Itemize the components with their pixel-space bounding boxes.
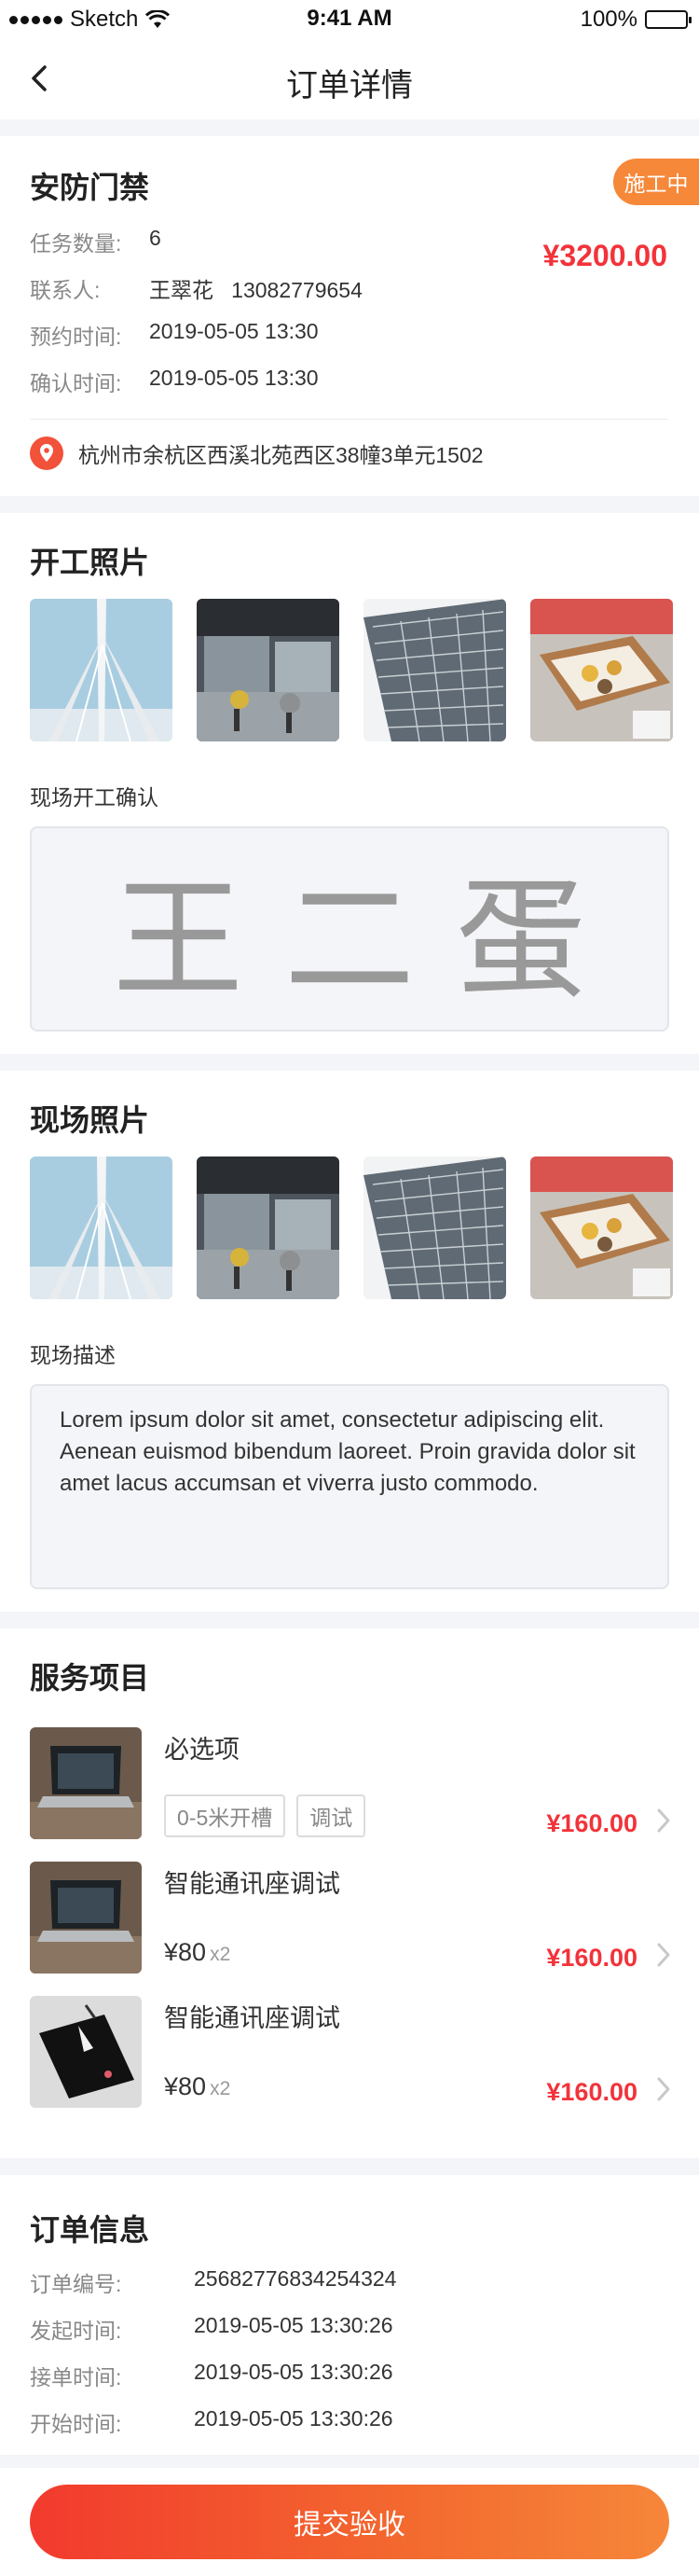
service-tag: 0-5米开槽	[164, 1794, 286, 1837]
address-row[interactable]: 杭州市余杭区西溪北苑西区38幢3单元1502	[30, 436, 484, 470]
photo-list	[30, 1156, 673, 1299]
service-thumbnail	[30, 1727, 142, 1839]
photo-thumbnail[interactable]	[197, 599, 339, 741]
service-unit-price: ¥80 x2	[164, 2072, 230, 2101]
info-label: 接单时间:	[30, 2365, 122, 2389]
photo-thumbnail[interactable]	[530, 1156, 673, 1299]
order-price: ¥3200.00	[542, 239, 667, 272]
location-pin-icon	[30, 436, 63, 470]
start-photos-card: 开工照片 现场开工确认 王二蛋	[0, 513, 699, 1054]
photo-thumbnail[interactable]	[363, 599, 506, 741]
info-value: 25682776834254324	[194, 2266, 397, 2291]
service-item[interactable]: 智能通讯座调试 ¥80 x2 ¥160.00	[30, 1996, 673, 2108]
field-label: 联系人:	[30, 278, 101, 302]
signature-text: 王二蛋	[112, 865, 627, 1017]
photo-thumbnail[interactable]	[530, 599, 673, 741]
field-label: 任务数量:	[30, 231, 122, 256]
page-title: 订单详情	[286, 68, 413, 104]
service-tag: 调试	[296, 1794, 366, 1837]
chevron-right-icon	[657, 2077, 670, 2101]
address-text: 杭州市余杭区西溪北苑西区38幢3单元1502	[78, 443, 484, 467]
site-photos-card: 现场照片 现场描述 Lorem ipsum dolor sit amet, co…	[0, 1071, 699, 1612]
field-value: 6	[149, 226, 161, 250]
info-label: 订单编号:	[30, 2272, 122, 2296]
services-card: 服务项目 必选项 0-5米开槽 调试 ¥160.00 智能通讯座调试 ¥80 x2…	[0, 1628, 699, 2158]
field-label: 预约时间:	[30, 325, 122, 349]
info-accepted-time: 接单时间: 2019-05-05 13:30:26	[30, 2360, 393, 2391]
service-thumbnail	[30, 1996, 142, 2108]
service-item[interactable]: 必选项 0-5米开槽 调试 ¥160.00	[30, 1727, 673, 1839]
info-label: 发起时间:	[30, 2319, 122, 2343]
photo-list	[30, 599, 673, 741]
service-item[interactable]: 智能通讯座调试 ¥80 x2 ¥160.00	[30, 1862, 673, 1974]
field-value[interactable]: 王翠花 13082779654	[149, 272, 363, 304]
photo-thumbnail[interactable]	[30, 599, 172, 741]
order-summary-card: 安防门禁 施工中 ¥3200.00 任务数量: 6 联系人: 王翠花 13082…	[0, 136, 699, 496]
service-name: 必选项	[164, 1736, 240, 1764]
quantity: x2	[210, 2078, 231, 2099]
service-tags: 0-5米开槽 调试	[164, 1794, 366, 1837]
site-description[interactable]: Lorem ipsum dolor sit amet, consectetur …	[30, 1384, 669, 1589]
start-confirm-label: 现场开工确认	[30, 785, 158, 810]
unit-price: ¥80	[164, 1938, 207, 1966]
info-order-number: 订单编号: 25682776834254324	[30, 2266, 396, 2298]
status-badge: 施工中	[613, 159, 699, 205]
info-value: 2019-05-05 13:30:26	[194, 2360, 393, 2384]
battery-icon	[645, 10, 692, 29]
field-appointment-time: 预约时间: 2019-05-05 13:30	[30, 319, 319, 351]
field-label: 确认时间:	[30, 371, 122, 395]
field-value: 2019-05-05 13:30	[149, 319, 319, 343]
photo-thumbnail[interactable]	[197, 1156, 339, 1299]
service-unit-price: ¥80 x2	[164, 1938, 230, 1967]
battery-info: 100%	[580, 7, 692, 33]
section-title: 服务项目	[30, 1661, 150, 1695]
field-confirm-time: 确认时间: 2019-05-05 13:30	[30, 366, 319, 397]
service-price: ¥160.00	[546, 1944, 637, 1972]
photo-thumbnail[interactable]	[30, 1156, 172, 1299]
section-title: 现场照片	[30, 1103, 150, 1137]
divider	[30, 419, 667, 420]
info-value: 2019-05-05 13:30:26	[194, 2313, 393, 2337]
service-name: 智能通讯座调试	[164, 1870, 340, 1898]
field-task-count: 任务数量: 6	[30, 226, 161, 257]
section-title: 开工照片	[30, 546, 150, 579]
service-name: 智能通讯座调试	[164, 2004, 340, 2032]
battery-percent: 100%	[580, 7, 637, 32]
chevron-right-icon	[657, 1808, 670, 1833]
info-value: 2019-05-05 13:30:26	[194, 2406, 393, 2431]
photo-thumbnail[interactable]	[363, 1156, 506, 1299]
service-thumbnail	[30, 1862, 142, 1974]
site-desc-label: 现场描述	[30, 1343, 116, 1367]
field-value: 2019-05-05 13:30	[149, 366, 319, 390]
field-contact: 联系人: 王翠花 13082779654	[30, 272, 363, 304]
section-title: 订单信息	[30, 2213, 150, 2247]
service-price: ¥160.00	[546, 1809, 637, 1837]
info-start-time: 开始时间: 2019-05-05 13:30:26	[30, 2406, 393, 2438]
chevron-right-icon	[657, 1943, 670, 1967]
status-bar: Sketch 9:41 AM 100%	[0, 0, 699, 37]
unit-price: ¥80	[164, 2072, 207, 2100]
service-price: ¥160.00	[546, 2078, 637, 2106]
order-info-card: 订单信息 订单编号: 25682776834254324 发起时间: 2019-…	[0, 2175, 699, 2455]
submit-acceptance-button[interactable]: 提交验收	[30, 2485, 669, 2559]
navigation-bar: 订单详情	[0, 37, 699, 119]
signature-box[interactable]: 王二蛋	[30, 826, 669, 1032]
info-label: 开始时间:	[30, 2412, 122, 2436]
quantity: x2	[210, 1944, 231, 1965]
info-created-time: 发起时间: 2019-05-05 13:30:26	[30, 2313, 393, 2345]
service-name: 安防门禁	[30, 171, 150, 204]
